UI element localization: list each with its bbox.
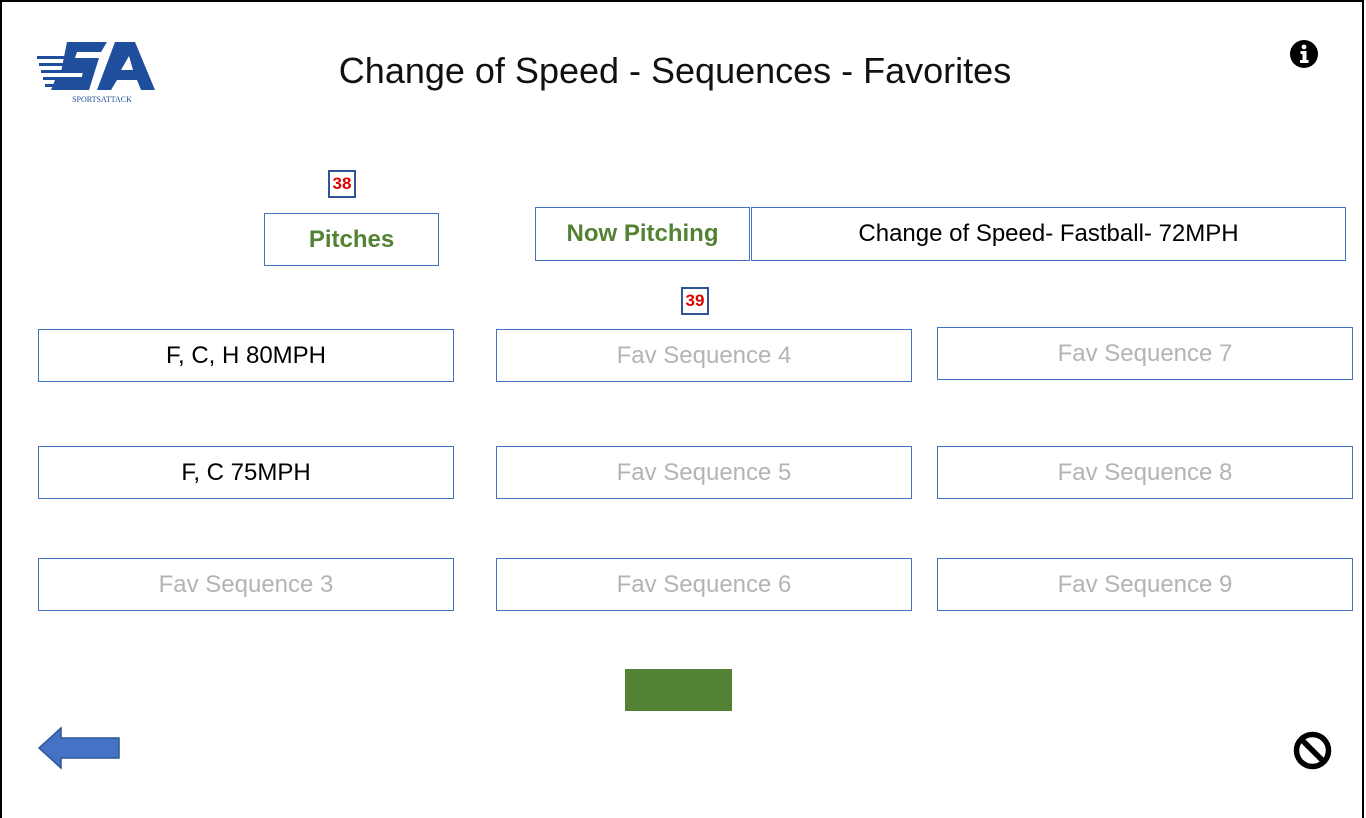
sequence-button-5[interactable]: Fav Sequence 5 [496, 446, 912, 499]
sequence-button-4[interactable]: Fav Sequence 4 [496, 329, 912, 382]
pitches-button[interactable]: Pitches [264, 213, 439, 266]
sequence-button-3[interactable]: Fav Sequence 3 [38, 558, 454, 611]
sequence-button-7[interactable]: Fav Sequence 7 [937, 327, 1353, 380]
info-icon[interactable] [1287, 37, 1321, 71]
left-arrow-icon[interactable] [37, 726, 121, 770]
sequence-badge: 39 [681, 287, 709, 315]
sequence-button-6[interactable]: Fav Sequence 6 [496, 558, 912, 611]
sequence-button-1[interactable]: F, C, H 80MPH [38, 329, 454, 382]
now-pitching-value: Change of Speed- Fastball- 72MPH [751, 207, 1346, 261]
page-title: Change of Speed - Sequences - Favorites [338, 50, 1012, 91]
sequence-button-9[interactable]: Fav Sequence 9 [937, 558, 1353, 611]
sequence-button-8[interactable]: Fav Sequence 8 [937, 446, 1353, 499]
cancel-icon[interactable] [1292, 730, 1333, 771]
start-button[interactable] [625, 669, 732, 711]
sequence-button-2[interactable]: F, C 75MPH [38, 446, 454, 499]
sportsattack-logo: SPORTSATTACK [37, 42, 155, 104]
now-pitching-label: Now Pitching [535, 207, 750, 261]
logo-text: SPORTSATTACK [72, 95, 132, 104]
pitches-badge: 38 [328, 170, 356, 198]
